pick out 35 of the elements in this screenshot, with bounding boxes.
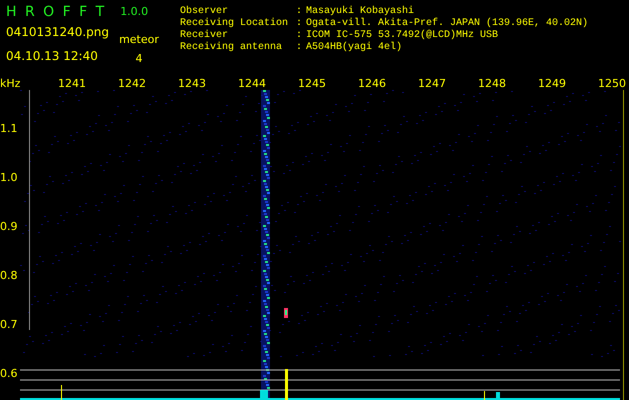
x-axis-label: 1245 xyxy=(298,78,327,90)
y-axis-label: 1.1 xyxy=(0,122,18,134)
x-axis-label: 1244 xyxy=(238,78,267,90)
date-time: 04.10.13 12:40 xyxy=(6,50,99,62)
x-axis-label: 1247 xyxy=(418,78,447,90)
info-label: Receiving antenna xyxy=(180,42,284,54)
y-axis-label: 0.8 xyxy=(0,270,18,282)
info-colon: : xyxy=(296,6,304,18)
y-axis-label: 0.6 xyxy=(0,368,18,380)
x-axis-label: 1248 xyxy=(478,78,507,90)
x-axis-label: 1242 xyxy=(118,78,147,90)
info-label: Receiving Location xyxy=(180,18,290,30)
x-axis-label: 1243 xyxy=(178,78,207,90)
x-axis-label: 1246 xyxy=(358,78,387,90)
info-value: ICOM IC-575 53.7492(@LCD)MHz USB xyxy=(306,30,498,42)
app-version: 1.0.0 xyxy=(120,6,148,18)
x-axis-label: 1250 xyxy=(598,78,626,90)
info-colon: : xyxy=(296,30,304,42)
y-axis-label: 1.0 xyxy=(0,172,18,184)
axis-unit: kHz xyxy=(0,78,22,90)
meteor-count: 4 xyxy=(136,53,142,65)
info-label: Observer xyxy=(180,6,230,18)
meteor-label: meteor xyxy=(119,34,159,46)
app-title: H R O F F T xyxy=(6,4,106,20)
info-value: Masayuki Kobayashi xyxy=(306,6,414,18)
info-colon: : xyxy=(296,42,304,54)
y-axis-label: 0.7 xyxy=(0,318,18,330)
file-name: 0410131240.png xyxy=(6,26,110,38)
x-axis-label: 1249 xyxy=(538,78,567,90)
info-value: Ogata-vill. Akita-Pref. JAPAN (139.96E, 40.02N) xyxy=(306,18,588,30)
info-colon: : xyxy=(296,18,304,30)
info-value: A504HB(yagi 4el) xyxy=(306,42,402,54)
x-axis-label: 1241 xyxy=(58,78,87,90)
y-axis-label: 0.9 xyxy=(0,220,18,232)
info-label: Receiver xyxy=(180,30,230,42)
